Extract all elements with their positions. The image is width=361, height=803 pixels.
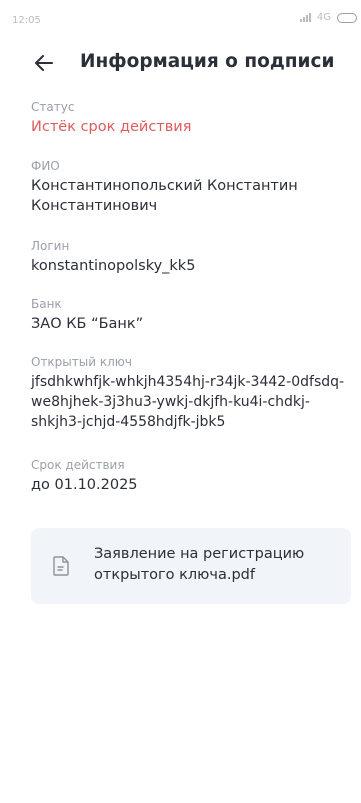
validity-label: Срок действия bbox=[31, 458, 125, 472]
public-key-label: Открытый ключ bbox=[31, 355, 132, 369]
validity-field: Срок действия до 01.10.2025 bbox=[31, 457, 351, 495]
status-bar: 12:05 4G bbox=[0, 0, 361, 44]
fio-field: ФИО Константинопольский Константин Конст… bbox=[31, 158, 351, 216]
login-value: konstantinopolsky_kk5 bbox=[31, 258, 196, 274]
bank-value: ЗАО КБ “Банк” bbox=[31, 316, 144, 332]
bank-field: Банк ЗАО КБ “Банк” bbox=[31, 296, 351, 334]
battery-icon bbox=[337, 12, 357, 23]
header: Информация о подписи bbox=[0, 47, 361, 81]
document-name: Заявление на регистрацию открытого ключа… bbox=[94, 546, 305, 583]
public-key-value: jfsdhkwhfjk-whkjh4354hj-r34jk-3442-0dfsd… bbox=[31, 374, 345, 430]
fio-label: ФИО bbox=[31, 159, 60, 173]
status-indicators: 4G bbox=[299, 12, 357, 23]
signal-icon bbox=[299, 13, 311, 22]
login-field: Логин konstantinopolsky_kk5 bbox=[31, 238, 351, 276]
arrow-left-icon bbox=[35, 55, 53, 71]
login-label: Логин bbox=[31, 239, 70, 253]
validity-value: до 01.10.2025 bbox=[31, 477, 138, 493]
page-title: Информация о подписи bbox=[80, 51, 335, 72]
status-value: Истёк срок действия bbox=[31, 119, 192, 135]
document-card[interactable]: Заявление на регистрацию открытого ключа… bbox=[31, 528, 351, 604]
status-time: 12:05 bbox=[12, 15, 41, 26]
status-field: Статус Истёк срок действия bbox=[31, 99, 351, 137]
fio-value: Константинопольский Константин Константи… bbox=[31, 178, 298, 214]
bank-label: Банк bbox=[31, 297, 62, 311]
status-label: Статус bbox=[31, 100, 75, 114]
network-type: 4G bbox=[316, 12, 331, 23]
public-key-field: Открытый ключ jfsdhkwhfjk-whkjh4354hj-r3… bbox=[31, 354, 351, 432]
back-button[interactable] bbox=[30, 49, 58, 77]
document-icon bbox=[53, 556, 69, 576]
